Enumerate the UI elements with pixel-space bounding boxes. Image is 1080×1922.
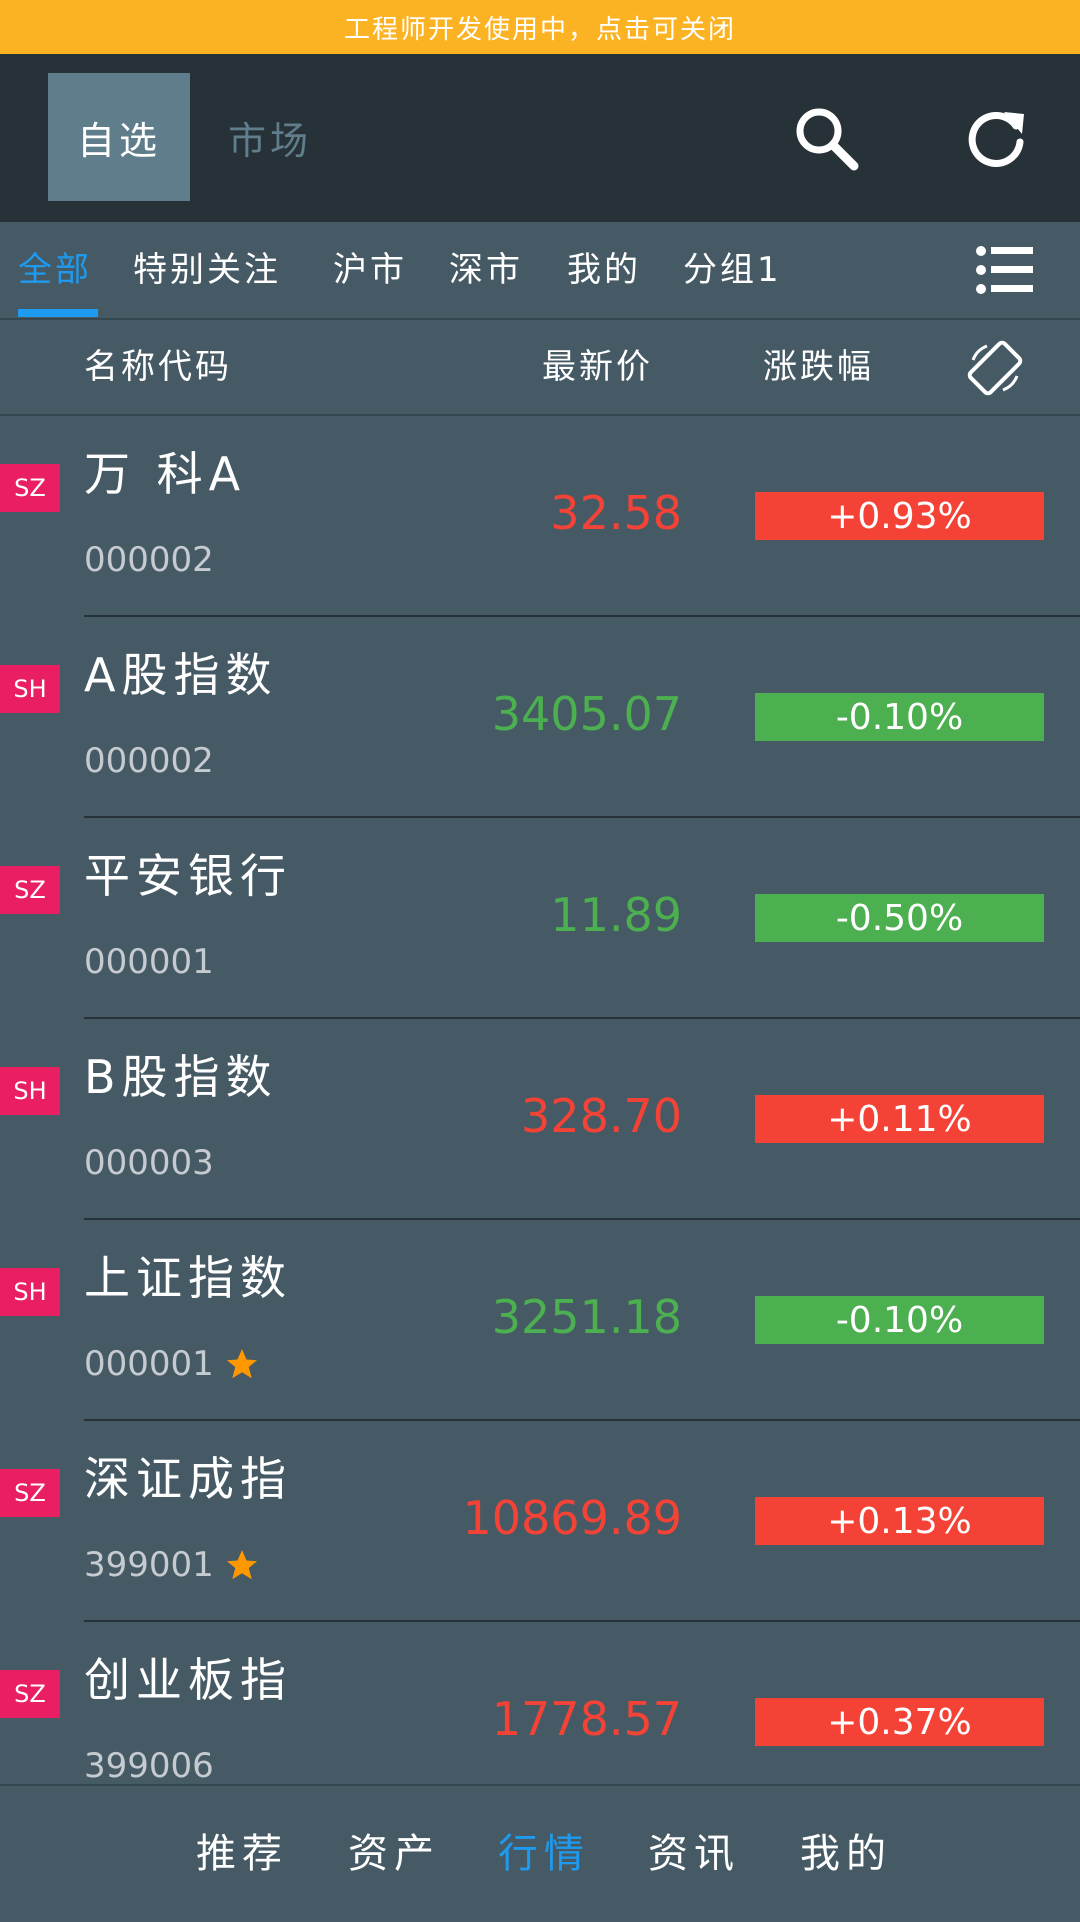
- segment-watchlist[interactable]: 自选: [48, 73, 190, 201]
- segment-market-label: 市场: [227, 118, 312, 163]
- latest-price: 1778.57: [491, 1692, 682, 1746]
- stock-code-cell: 000002: [84, 540, 214, 580]
- stock-row[interactable]: SH A股指数 000002 3405.07 -0.10%: [0, 617, 1080, 818]
- change-percent-badge[interactable]: +0.37%: [755, 1698, 1044, 1746]
- stock-row[interactable]: SZ 创业板指 399006 1778.57 +0.37%: [0, 1622, 1080, 1784]
- stock-code: 000002: [84, 741, 214, 781]
- stock-row[interactable]: SH B股指数 000003 328.70 +0.11%: [0, 1019, 1080, 1220]
- screen-rotation-icon[interactable]: [965, 338, 1025, 398]
- tab-all[interactable]: 全部: [18, 222, 92, 318]
- nav-market-quotes[interactable]: 行情: [498, 1786, 590, 1922]
- market-tag: SH: [0, 1067, 60, 1115]
- stock-code-cell: 399001: [84, 1545, 260, 1585]
- market-tag: SZ: [0, 1670, 60, 1718]
- list-menu-icon[interactable]: [975, 244, 1035, 296]
- stock-code-cell: 399006: [84, 1746, 214, 1784]
- star-icon: [226, 1550, 257, 1580]
- developer-mode-banner[interactable]: 工程师开发使用中，点击可关闭: [0, 0, 1080, 54]
- stock-name: 万 科A: [84, 447, 247, 501]
- stock-row[interactable]: SH 上证指数 000001 3251.18 -0.10%: [0, 1220, 1080, 1421]
- star-icon: [226, 1349, 257, 1379]
- market-tag: SZ: [0, 866, 60, 914]
- stock-row[interactable]: SZ 平安银行 000001 11.89 -0.50%: [0, 818, 1080, 1019]
- active-tab-indicator: [18, 309, 98, 317]
- refresh-icon[interactable]: [960, 102, 1032, 174]
- change-percent-badge[interactable]: -0.10%: [755, 1296, 1044, 1344]
- stock-name: B股指数: [84, 1050, 278, 1104]
- stock-code-cell: 000001: [84, 942, 214, 982]
- change-percent-badge[interactable]: +0.13%: [755, 1497, 1044, 1545]
- change-percent-badge[interactable]: +0.11%: [755, 1095, 1044, 1143]
- column-change-percent[interactable]: 涨跌幅: [763, 320, 874, 414]
- stock-name: 创业板指: [84, 1653, 292, 1707]
- bottom-navigation: 推荐 资产 行情 资讯 我的: [0, 1784, 1080, 1922]
- latest-price: 10869.89: [462, 1491, 683, 1545]
- change-percent: -0.10%: [835, 1299, 964, 1341]
- market-tag: SZ: [0, 1469, 60, 1517]
- stock-code: 000002: [84, 540, 214, 580]
- stock-code-cell: 000003: [84, 1143, 214, 1183]
- market-tag: SH: [0, 665, 60, 713]
- tab-special-watch[interactable]: 特别关注: [133, 222, 281, 318]
- search-icon[interactable]: [790, 102, 862, 174]
- latest-price: 32.58: [550, 486, 682, 540]
- nav-news[interactable]: 资讯: [648, 1786, 740, 1922]
- change-percent: +0.37%: [827, 1701, 972, 1743]
- tab-mine[interactable]: 我的: [567, 222, 641, 318]
- tab-shenzhen[interactable]: 深市: [449, 222, 523, 318]
- tab-shanghai[interactable]: 沪市: [333, 222, 407, 318]
- change-percent-badge[interactable]: +0.93%: [755, 492, 1044, 540]
- market-tag: SZ: [0, 464, 60, 512]
- developer-banner-text: 工程师开发使用中，点击可关闭: [343, 14, 736, 45]
- column-latest-price[interactable]: 最新价: [542, 320, 653, 414]
- stock-code: 000001: [84, 1344, 214, 1384]
- change-percent: +0.13%: [827, 1500, 972, 1542]
- stock-code: 399006: [84, 1746, 214, 1784]
- stock-code: 000003: [84, 1143, 214, 1183]
- stock-row[interactable]: SZ 万 科A 000002 32.58 +0.93%: [0, 416, 1080, 617]
- change-percent: +0.11%: [827, 1098, 972, 1140]
- change-percent: -0.50%: [835, 897, 964, 939]
- group-tab-bar: 全部 特别关注 沪市 深市 我的 分组1: [0, 222, 1080, 320]
- segment-watchlist-label: 自选: [76, 118, 161, 163]
- stock-list[interactable]: SZ 万 科A 000002 32.58 +0.93% SH A股指数 000002 3405.…: [0, 416, 1080, 1784]
- nav-mine[interactable]: 我的: [800, 1786, 892, 1922]
- stock-code-cell: 000002: [84, 741, 214, 781]
- tab-group-1[interactable]: 分组1: [683, 222, 782, 318]
- latest-price: 3405.07: [491, 687, 682, 741]
- column-name-code[interactable]: 名称代码: [84, 320, 232, 414]
- change-percent: -0.10%: [835, 696, 964, 738]
- stock-name: 上证指数: [84, 1251, 292, 1305]
- column-header: 名称代码 最新价 涨跌幅: [0, 320, 1080, 416]
- nav-recommend[interactable]: 推荐: [196, 1786, 288, 1922]
- latest-price: 328.70: [521, 1089, 682, 1143]
- market-tag: SH: [0, 1268, 60, 1316]
- stock-name: A股指数: [84, 648, 278, 702]
- change-percent-badge[interactable]: -0.50%: [755, 894, 1044, 942]
- stock-code-cell: 000001: [84, 1344, 260, 1384]
- stock-row[interactable]: SZ 深证成指 399001 10869.89 +0.13%: [0, 1421, 1080, 1622]
- stock-name: 平安银行: [84, 849, 292, 903]
- change-percent: +0.93%: [827, 495, 972, 537]
- latest-price: 3251.18: [491, 1290, 682, 1344]
- change-percent-badge[interactable]: -0.10%: [755, 693, 1044, 741]
- latest-price: 11.89: [550, 888, 682, 942]
- stock-name: 深证成指: [84, 1452, 292, 1506]
- stock-code: 399001: [84, 1545, 214, 1585]
- segment-market[interactable]: 市场: [200, 73, 340, 201]
- stock-code: 000001: [84, 942, 214, 982]
- nav-assets[interactable]: 资产: [348, 1786, 440, 1922]
- top-app-bar: 自选 市场: [0, 54, 1080, 222]
